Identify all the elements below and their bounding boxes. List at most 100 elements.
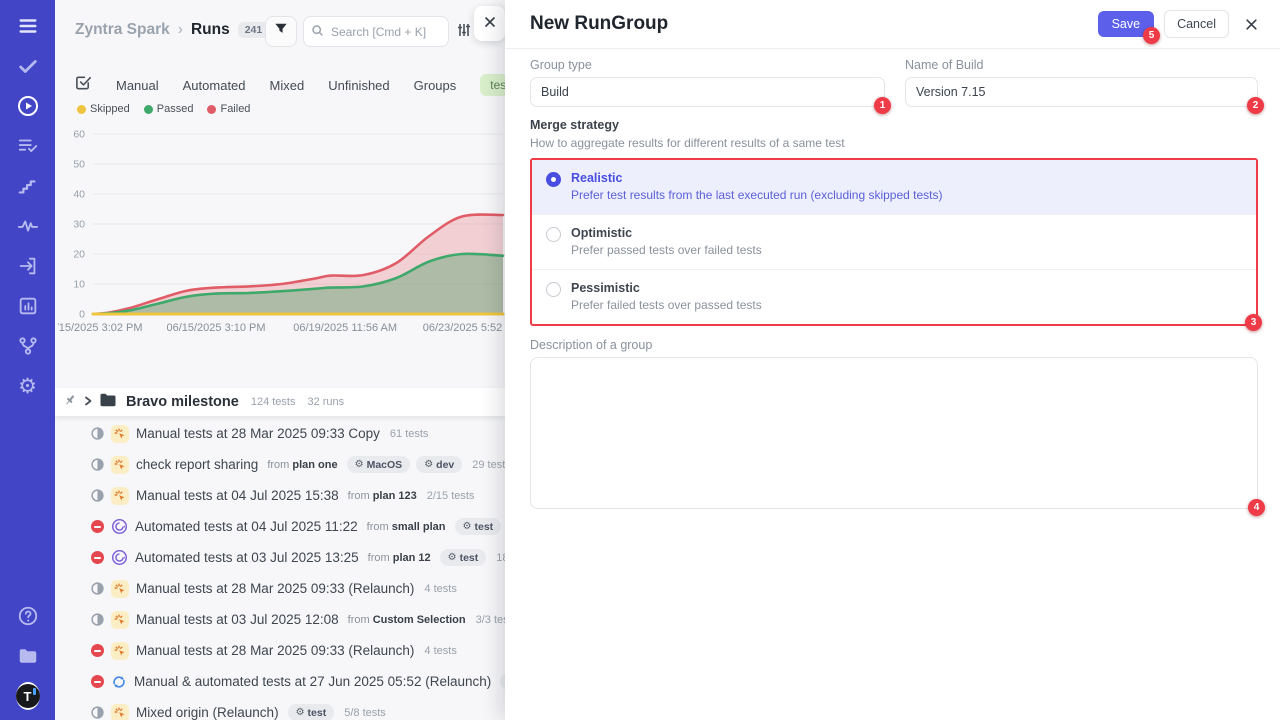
projects-folder-icon[interactable] [16,644,40,668]
manual-run-icon [111,611,129,629]
merge-option-realistic[interactable]: Realistic Prefer test results from the l… [532,160,1256,214]
annotation-badge-1: 1 [874,97,891,114]
settings-gear-icon[interactable]: ⚙ [16,374,40,398]
merge-option-name: Realistic [571,171,943,185]
run-row[interactable]: Manual tests at 03 Jul 2025 12:08 from C… [55,604,505,635]
group-type-label: Group type [530,58,885,72]
chevron-right-icon[interactable] [83,393,93,411]
svg-text:20: 20 [73,249,85,261]
run-title: Automated tests at 03 Jul 2025 13:25 [135,550,359,565]
run-row[interactable]: check report sharing from plan one ⚙MacO… [55,449,505,480]
tab-mixed[interactable]: Mixed [270,78,305,93]
run-row[interactable]: Automated tests at 04 Jul 2025 11:22 fro… [55,511,505,542]
milestone-tests-count: 124 tests [251,396,296,408]
active-filter-chip[interactable]: test work [480,74,505,96]
radio-button[interactable] [546,227,561,242]
merge-option-pessimistic[interactable]: Pessimistic Prefer failed tests over pas… [532,269,1256,324]
milestone-name[interactable]: Bravo milestone [126,394,239,410]
annotation-badge-4: 4 [1248,499,1265,516]
pin-icon [64,393,76,411]
breadcrumb-project[interactable]: Zyntra Spark [75,21,170,39]
legend-item: Passed [144,103,194,115]
run-count: 29 tests [472,459,505,471]
tab-unfinished[interactable]: Unfinished [328,78,389,93]
run-row[interactable]: Mixed origin (Relaunch) ⚙test 5/8 tests [55,697,505,720]
build-name-field: Name of Build 2 [905,58,1258,107]
description-textarea[interactable] [530,357,1258,509]
run-tags: ⚙test [455,518,502,535]
menu-icon[interactable] [16,14,40,38]
chart-legend: SkippedPassedFailed [77,103,250,115]
breadcrumb-separator: › [178,21,183,39]
svg-text:50: 50 [73,159,85,171]
svg-text:06/15/2025 3:10 PM: 06/15/2025 3:10 PM [166,322,265,334]
merge-option-name: Pessimistic [571,281,762,295]
run-row[interactable]: Manual & automated tests at 27 Jun 2025 … [55,666,505,697]
run-title: Manual tests at 04 Jul 2025 15:38 [136,488,339,503]
analytics-icon[interactable] [16,294,40,318]
run-from: from plan one [267,459,337,471]
mixed-run-icon [111,674,127,690]
drawer-close-icon[interactable] [1245,18,1258,31]
pulse-activity-icon[interactable] [16,214,40,238]
milestone-row[interactable]: Bravo milestone 124 tests 32 runs [55,388,505,416]
panel-close-button[interactable] [474,6,505,41]
runs-play-icon[interactable] [16,94,40,118]
tag-pill[interactable]: ⚙test [440,549,487,566]
gear-icon: ⚙ [448,552,457,563]
run-row[interactable]: Manual tests at 28 Mar 2025 09:33 (Relau… [55,635,505,666]
svg-text:60: 60 [73,129,85,141]
run-title: Automated tests at 04 Jul 2025 11:22 [135,519,358,534]
tag-pill[interactable]: ⚙test [455,518,502,535]
build-name-input[interactable] [905,77,1258,107]
profile-logo[interactable]: T [16,684,40,708]
runs-panel: Zyntra Spark › Runs 241 Manual Automated M… [55,0,505,720]
branches-icon[interactable] [16,334,40,358]
run-row[interactable]: Automated tests at 03 Jul 2025 13:25 fro… [55,542,505,573]
run-title: Manual & automated tests at 27 Jun 2025 … [134,674,491,689]
run-row[interactable]: Manual tests at 28 Mar 2025 09:33 (Relau… [55,573,505,604]
radio-button[interactable] [546,282,561,297]
save-button[interactable]: Save 5 [1098,11,1155,37]
help-icon[interactable] [16,604,40,628]
run-tags: ⚙test [288,704,335,720]
milestones-steps-icon[interactable] [16,174,40,198]
tag-pill[interactable]: ⚙MacOS [347,456,411,473]
status-in-progress-icon [91,427,104,440]
new-rungroup-drawer: New RunGroup Save 5 Cancel Group type 1 … [505,0,1280,720]
cancel-button[interactable]: Cancel [1164,10,1229,38]
run-row[interactable]: Manual tests at 04 Jul 2025 15:38 from p… [55,480,505,511]
manual-run-icon [111,487,129,505]
run-row[interactable]: Manual tests at 28 Mar 2025 09:33 Copy 6… [55,418,505,449]
tag-pill[interactable]: ⚙dev [416,456,462,473]
search-input[interactable] [303,16,449,47]
tag-pill[interactable]: ⚙test [288,704,335,720]
import-icon[interactable] [16,254,40,278]
automated-run-icon [111,518,128,535]
filter-button[interactable] [265,16,297,47]
tab-manual[interactable]: Manual [116,78,159,93]
merge-strategy-label: Merge strategy [530,118,1258,132]
tests-check-icon[interactable] [16,54,40,78]
breadcrumb: Zyntra Spark › Runs 241 [75,21,269,39]
run-title: Manual tests at 28 Mar 2025 09:33 (Relau… [136,581,414,596]
run-title: Manual tests at 28 Mar 2025 09:33 (Relau… [136,643,414,658]
test-plans-icon[interactable] [16,134,40,158]
tab-groups[interactable]: Groups [414,78,457,93]
radio-button[interactable] [546,172,561,187]
svg-text:40: 40 [73,189,85,201]
gear-icon: ⚙ [424,459,433,470]
close-icon [484,15,496,33]
group-type-input[interactable] [530,77,885,107]
select-runs-icon[interactable] [75,74,92,96]
tab-automated[interactable]: Automated [183,78,246,93]
breadcrumb-page[interactable]: Runs [191,21,230,39]
status-failed-icon [91,644,104,657]
gear-icon: ⚙ [355,459,364,470]
run-from: from plan 12 [368,552,431,564]
merge-option-optimistic[interactable]: Optimistic Prefer passed tests over fail… [532,214,1256,269]
display-settings-icon[interactable] [456,22,472,43]
run-count: 18 tests [496,552,505,564]
run-count: 4 tests [424,583,456,595]
drawer-title: New RunGroup [530,13,668,35]
